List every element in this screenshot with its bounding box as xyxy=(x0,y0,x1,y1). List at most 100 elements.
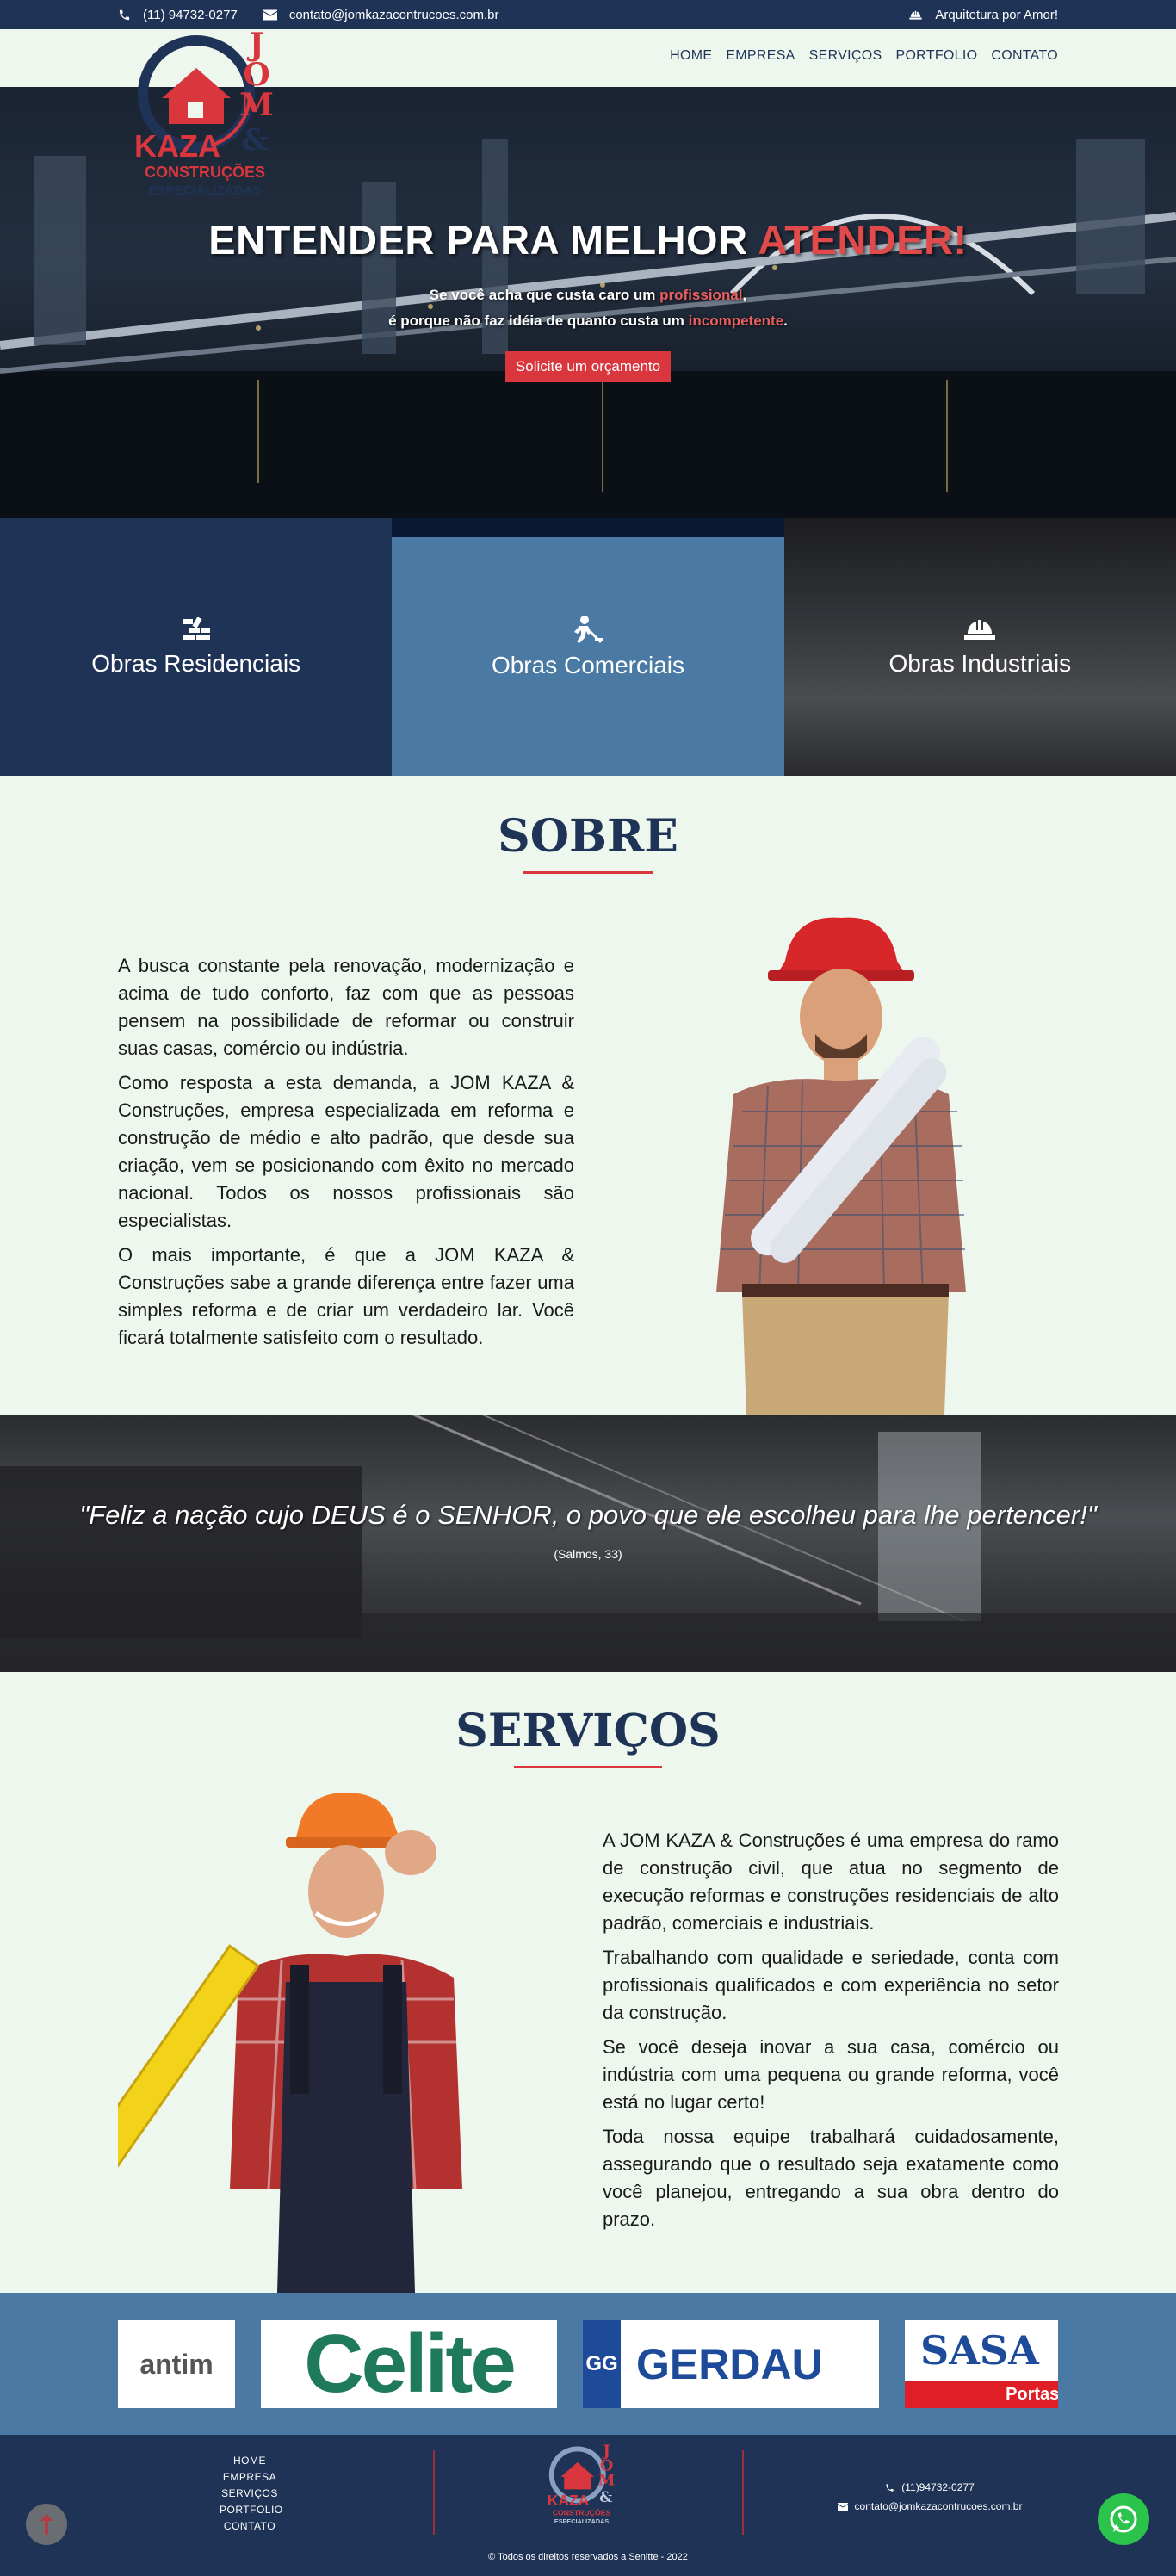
quote-text: "Feliz a nação cujo DEUS é o SENHOR, o p… xyxy=(79,1500,1097,1530)
card-residential[interactable]: Obras Residenciais xyxy=(0,518,393,776)
about-title: SOBRE xyxy=(498,810,678,863)
main-nav: HOME EMPRESA SERVIÇOS PORTFOLIO CONTATO xyxy=(670,48,1058,64)
svg-text:&: & xyxy=(242,123,269,158)
nav-portfolio[interactable]: PORTFOLIO xyxy=(895,48,977,64)
footer-link-servicos[interactable]: SERVIÇOS xyxy=(220,2486,280,2501)
services-paragraph: Toda nossa equipe trabalhará cuidadosame… xyxy=(603,2126,1059,2230)
services-paragraph: Trabalhando com qualidade e seriedade, c… xyxy=(603,1947,1059,2023)
topbar-phone-text: (11) 94732-0277 xyxy=(143,7,238,22)
hero-title: ENTENDER PARA MELHOR ATENDER! xyxy=(0,216,1176,263)
svg-text:KAZA: KAZA xyxy=(134,128,220,164)
about-paragraph: O mais importante, é que a JOM KAZA & Co… xyxy=(118,1244,574,1348)
footer-link-contato[interactable]: CONTATO xyxy=(220,2519,280,2534)
card-commercial[interactable]: Obras Comerciais xyxy=(392,518,784,776)
services-text: A JOM KAZA & Construções é uma empresa d… xyxy=(603,1827,1059,2240)
envelope-icon xyxy=(837,2502,848,2511)
footer-contact: (11)94732-0277 contato@jomkazacontrucoes… xyxy=(835,2478,1024,2516)
partner-logo-sasazaki[interactable]: SASA Portas e xyxy=(905,2320,1058,2408)
engineer-photo xyxy=(716,917,966,1415)
footer-link-empresa[interactable]: EMPRESA xyxy=(220,2470,280,2485)
card-industrial-label: Obras Industriais xyxy=(888,649,1072,677)
hero-content: ENTENDER PARA MELHOR ATENDER! Se você ac… xyxy=(0,216,1176,382)
worker-digging-icon xyxy=(573,615,603,643)
about-section: SOBRE A busca constante pela renovação, … xyxy=(0,776,1176,1415)
hard-hat-icon xyxy=(964,619,996,640)
company-logo[interactable]: J O M KAZA & CONSTRUÇÕES ESPECIALIZADAS xyxy=(127,29,288,207)
services-section: SERVIÇOS A JOM KAZA & Construções é uma … xyxy=(0,1672,1176,2293)
quote-banner: "Feliz a nação cujo DEUS é o SENHOR, o p… xyxy=(0,1415,1176,1672)
about-paragraph: Como resposta a esta demanda, a JOM KAZA… xyxy=(118,1072,574,1231)
footer-email[interactable]: contato@jomkazacontrucoes.com.br xyxy=(835,2497,1024,2516)
services-title: SERVIÇOS xyxy=(455,1705,721,1757)
nav-servicos[interactable]: SERVIÇOS xyxy=(809,48,882,64)
hero-sub-line2-b: . xyxy=(783,313,788,329)
svg-text:ESPECIALIZADAS: ESPECIALIZADAS xyxy=(554,2517,609,2525)
arrow-up-icon xyxy=(40,2514,53,2535)
phone-icon xyxy=(119,9,130,20)
services-paragraph: Se você deseja inovar a sua casa, comérc… xyxy=(603,2036,1059,2113)
whatsapp-icon xyxy=(1110,2505,1137,2533)
nav-home[interactable]: HOME xyxy=(670,48,712,64)
top-bar: (11) 94732-0277 contato@jomkazacontrucoe… xyxy=(0,0,1176,29)
header: J O M KAZA & CONSTRUÇÕES ESPECIALIZADAS … xyxy=(0,29,1176,198)
svg-text:KAZA: KAZA xyxy=(548,2492,590,2509)
hero-sub-line1-a: Se você acha que custa caro um xyxy=(429,287,660,303)
back-to-top-button[interactable] xyxy=(26,2504,67,2545)
footer-logo[interactable]: J O M KAZA & CONSTRUÇÕES ESPECIALIZADAS xyxy=(544,2443,622,2530)
card-commercial-label: Obras Comerciais xyxy=(491,651,685,678)
hero-title-accent: ATENDER! xyxy=(758,217,968,263)
footer-phone[interactable]: (11)94732-0277 xyxy=(835,2478,1024,2497)
footer-link-home[interactable]: HOME xyxy=(220,2454,280,2468)
svg-text:&: & xyxy=(599,2489,612,2505)
svg-text:CONSTRUÇÕES: CONSTRUÇÕES xyxy=(145,163,265,181)
hero-subtitle: Se você acha que custa caro um profissio… xyxy=(0,282,1176,334)
partner-logo-celite[interactable]: Celite xyxy=(261,2320,557,2408)
svg-text:M: M xyxy=(239,87,274,123)
hero-sub-line1-b: , xyxy=(742,287,747,303)
card-industrial[interactable]: Obras Industriais xyxy=(783,518,1176,776)
hero-sub-line2-a: é porque não faz idéia de quanto custa u… xyxy=(388,313,689,329)
topbar-email-text: contato@jomkazacontrucoes.com.br xyxy=(288,7,499,22)
footer-divider xyxy=(742,2450,744,2535)
partner-logo-gerdau[interactable]: GG GERDAU xyxy=(583,2320,879,2408)
footer-nav: HOME EMPRESA SERVIÇOS PORTFOLIO CONTATO xyxy=(220,2454,282,2534)
about-paragraph: A busca constante pela renovação, modern… xyxy=(118,955,574,1059)
request-quote-button[interactable]: Solicite um orçamento xyxy=(504,351,672,382)
hero-sub-line2-highlight: incompetente xyxy=(688,313,784,329)
bricks-icon xyxy=(182,616,210,640)
partner-sasazaki-sub: Portas e xyxy=(905,2381,1058,2408)
services-title-underline xyxy=(514,1766,662,1768)
hero-sub-line1-highlight: profissional xyxy=(659,287,743,303)
tagline-text: Arquitetura por Amor! xyxy=(935,7,1058,22)
partner-logo-antim[interactable]: antim xyxy=(118,2320,235,2408)
hard-hat-icon xyxy=(909,10,923,20)
envelope-icon xyxy=(263,9,277,20)
svg-text:ESPECIALIZADAS: ESPECIALIZADAS xyxy=(149,183,262,198)
partners-row: antim Celite GG GERDAU SASA Portas e xyxy=(118,2320,1058,2408)
quote-reference: (Salmos, 33) xyxy=(554,1547,622,1561)
copyright-text: © Todos os direitos reservados a Senltte… xyxy=(488,2552,688,2562)
partner-celite-text: Celite xyxy=(304,2320,516,2408)
partner-gerdau-badge: GG xyxy=(583,2320,621,2408)
topbar-email[interactable]: contato@jomkazacontrucoes.com.br xyxy=(263,7,499,22)
footer-email-text: contato@jomkazacontrucoes.com.br xyxy=(854,2500,1023,2512)
topbar-phone[interactable]: (11) 94732-0277 xyxy=(118,8,238,22)
footer-phone-text: (11)94732-0277 xyxy=(901,2481,975,2493)
footer-link-portfolio[interactable]: PORTFOLIO xyxy=(220,2503,282,2517)
card-residential-label: Obras Residenciais xyxy=(91,649,301,677)
topbar-tagline: Arquitetura por Amor! xyxy=(908,8,1058,22)
services-paragraph: A JOM KAZA & Construções é uma empresa d… xyxy=(603,1830,1059,1934)
partners-carousel: antim Celite GG GERDAU SASA Portas e xyxy=(0,2293,1176,2435)
footer-divider xyxy=(433,2450,435,2535)
hero-title-main: ENTENDER PARA MELHOR xyxy=(208,217,758,263)
nav-empresa[interactable]: EMPRESA xyxy=(726,48,795,64)
partner-antim-text: antim xyxy=(139,2348,214,2380)
footer: HOME EMPRESA SERVIÇOS PORTFOLIO CONTATO … xyxy=(0,2435,1176,2576)
about-text: A busca constante pela renovação, modern… xyxy=(118,952,574,1359)
nav-contato[interactable]: CONTATO xyxy=(991,48,1058,64)
whatsapp-button[interactable] xyxy=(1098,2493,1149,2545)
about-title-underline xyxy=(523,871,653,874)
svg-text:M: M xyxy=(598,2473,615,2490)
svg-text:CONSTRUÇÕES: CONSTRUÇÕES xyxy=(553,2508,611,2517)
quote-content: "Feliz a nação cujo DEUS é o SENHOR, o p… xyxy=(0,1497,1176,1561)
